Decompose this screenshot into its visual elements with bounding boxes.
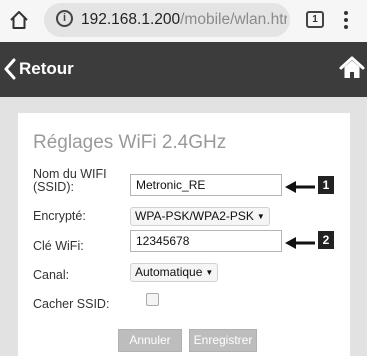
- encryption-select[interactable]: WPA-PSK/WPA2-PSK ▼: [130, 207, 270, 226]
- wifi-key-input[interactable]: 12345678: [130, 230, 282, 252]
- more-vert-icon[interactable]: [343, 11, 349, 29]
- tabs-icon[interactable]: 1: [306, 11, 324, 28]
- browser-toolbar: i 192.168.1.200/mobile/wlan.htr 1: [0, 0, 367, 42]
- hide-ssid-label: Cacher SSID:: [33, 297, 110, 311]
- chevron-left-icon: [4, 58, 16, 80]
- home-icon[interactable]: [8, 9, 30, 31]
- cancel-button[interactable]: Annuler: [118, 329, 182, 352]
- encryption-value: WPA-PSK/WPA2-PSK: [135, 209, 254, 223]
- back-label: Retour: [19, 59, 74, 78]
- dropdown-arrow-icon: ▼: [205, 268, 214, 277]
- home-icon[interactable]: [339, 56, 365, 80]
- wifi-settings-card: Réglages WiFi 2.4GHz Nom du WIFI (SSID):…: [18, 113, 350, 356]
- encryption-label: Encrypté:: [33, 209, 86, 223]
- dropdown-arrow-icon: ▼: [256, 212, 265, 221]
- page-title: Réglages WiFi 2.4GHz: [33, 132, 227, 153]
- channel-select[interactable]: Automatique ▼: [130, 263, 218, 282]
- info-icon[interactable]: i: [56, 10, 73, 27]
- url-host: 192.168.1.200: [81, 11, 181, 28]
- channel-label: Canal:: [33, 268, 70, 282]
- save-button[interactable]: Enregistrer: [189, 329, 257, 352]
- back-button[interactable]: Retour: [4, 55, 74, 83]
- callout-number-2: 2: [318, 231, 334, 249]
- ssid-label-line2: (SSID):: [33, 180, 74, 194]
- app-header: Retour: [0, 42, 367, 97]
- url-path: /mobile/wlan.htr: [180, 11, 287, 28]
- channel-value: Automatique: [135, 265, 203, 279]
- callout-arrow-icon: [285, 237, 315, 249]
- callout-number-1: 1: [318, 176, 334, 194]
- url-text[interactable]: 192.168.1.200/mobile/wlan.htr: [81, 11, 287, 29]
- hide-ssid-checkbox[interactable]: [146, 293, 159, 306]
- wifi-key-label: Clé WiFi:: [33, 239, 84, 253]
- callout-arrow-icon: [285, 181, 315, 193]
- ssid-input[interactable]: Metronic_RE: [130, 174, 282, 196]
